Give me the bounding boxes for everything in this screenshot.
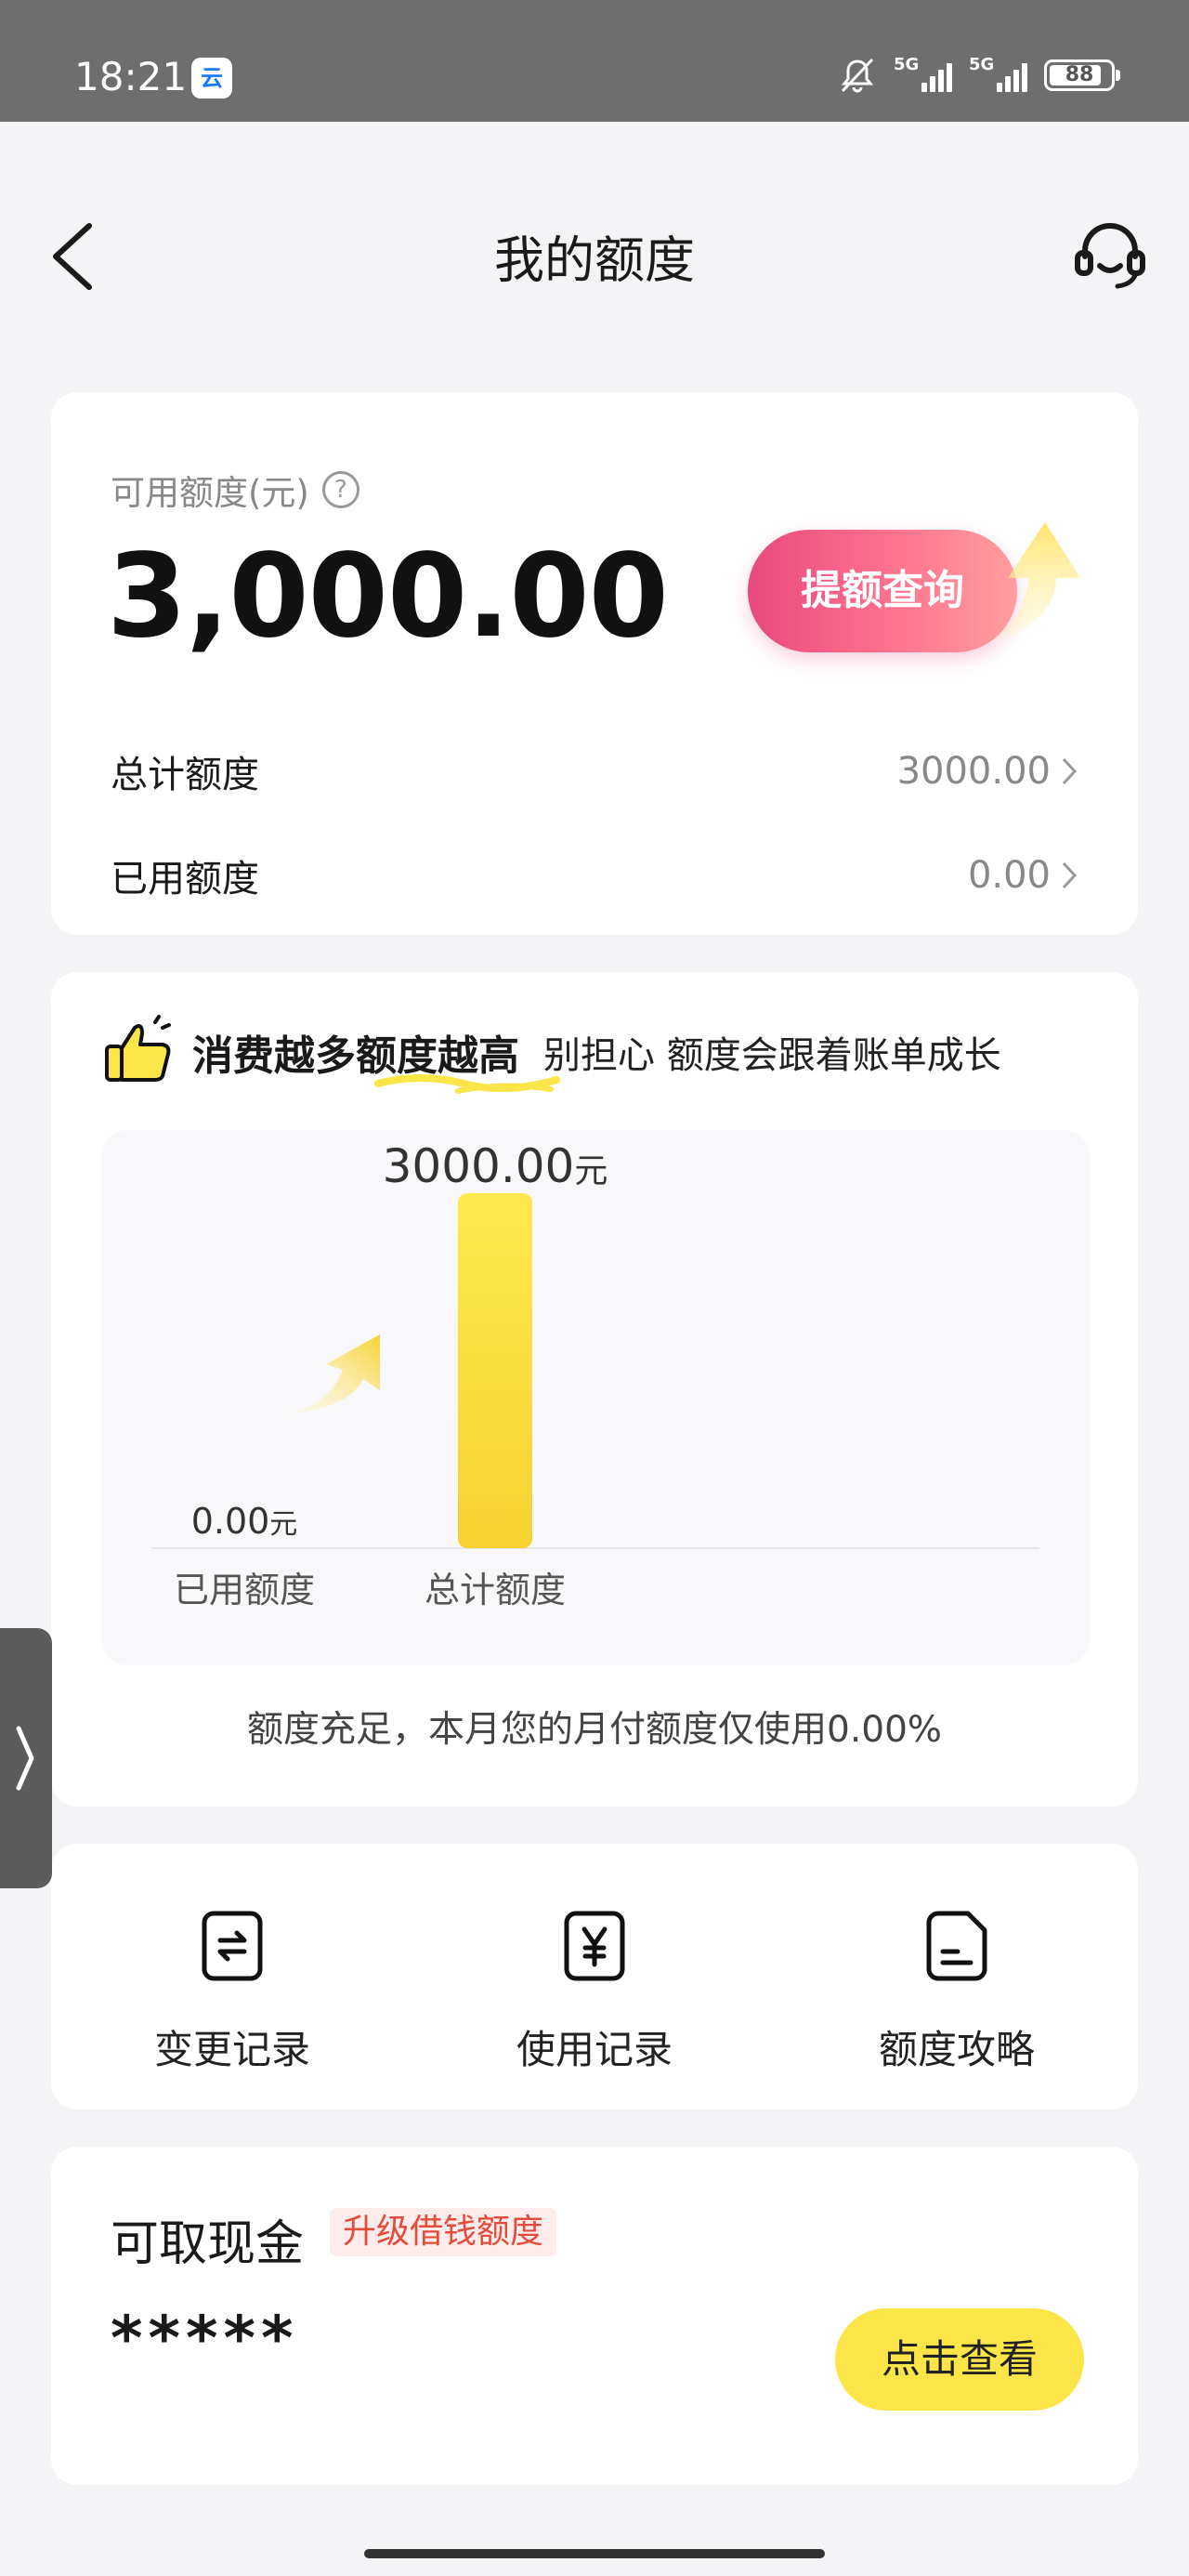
highlight-underline <box>374 1074 560 1094</box>
chevron-right-icon <box>1062 757 1078 785</box>
chevron-right-icon <box>16 1726 34 1791</box>
signal-strength-icon: 5G <box>969 55 1027 92</box>
network-type-label: 5G <box>969 55 995 74</box>
question-icon[interactable]: ? <box>321 471 359 508</box>
app-notification-icon: 云 <box>191 58 232 99</box>
page-title: 我的额度 <box>494 230 695 290</box>
signal-strength-icon: 5G <box>894 55 952 92</box>
change-record-button[interactable]: 变更记录 <box>51 1844 413 2109</box>
battery-icon: 88 <box>1044 59 1120 91</box>
record-label: 使用记录 <box>516 2027 673 2072</box>
chart-value-label: 0.00元 <box>191 1501 298 1542</box>
total-quota-row[interactable]: 总计额度 3000.00 <box>111 734 1078 808</box>
record-label: 额度攻略 <box>878 2027 1035 2072</box>
record-label: 变更记录 <box>153 2027 310 2072</box>
total-quota-value: 3000.00 <box>896 750 1051 793</box>
quota-growth-card: 消费越多额度越高 别担心 额度会跟着账单成长 0.00元 已用额度 3000.00元… <box>51 972 1138 1807</box>
growth-arrow-icon <box>283 1334 380 1414</box>
battery-level: 88 <box>1065 63 1094 86</box>
records-card: 变更记录 使用记录 额度攻略 <box>51 1844 1138 2109</box>
used-quota-label: 已用额度 <box>111 858 259 900</box>
yuan-doc-icon <box>564 1911 625 1981</box>
upgrade-loan-badge[interactable]: 升级借钱额度 <box>330 2208 557 2256</box>
cash-masked-value: ***** <box>111 2303 299 2374</box>
home-indicator[interactable] <box>364 2549 825 2558</box>
chart-category-label: 已用额度 <box>174 1570 315 1610</box>
used-quota-value: 0.00 <box>967 854 1051 897</box>
total-quota-label: 总计额度 <box>111 754 259 796</box>
guide-doc-icon <box>926 1911 987 1981</box>
view-cash-button[interactable]: 点击查看 <box>835 2308 1084 2411</box>
arrow-up-decoration-icon <box>989 522 1080 643</box>
chevron-right-icon <box>1062 861 1078 889</box>
quota-card: 可用额度(元) ? 3,000.00 提额查询 总计额度 3000.00 已用额… <box>51 392 1138 935</box>
status-bar: 18:21 云 5G 5G 88 <box>0 0 1189 122</box>
used-quota-row[interactable]: 已用额度 0.00 <box>111 838 1078 913</box>
cash-title: 可取现金 <box>111 2216 305 2272</box>
cash-card: 可取现金 升级借钱额度 ***** 点击查看 <box>51 2147 1138 2485</box>
quota-guide-button[interactable]: 额度攻略 <box>776 1844 1138 2109</box>
bell-muted-icon <box>841 58 874 93</box>
available-quota-label: 可用额度(元) ? <box>111 465 359 515</box>
growth-subtitle: 别担心 额度会跟着账单成长 <box>543 1034 1001 1077</box>
usage-note: 额度充足，本月您的月付额度仅使用0.00% <box>247 1709 942 1751</box>
chart-category-label: 总计额度 <box>425 1570 566 1610</box>
status-time: 18:21 <box>74 54 188 99</box>
chart-bar <box>458 1193 532 1548</box>
thumbs-up-icon <box>105 1015 171 1082</box>
headset-icon[interactable] <box>1068 212 1152 296</box>
quota-bar-chart: 0.00元已用额度 3000.00元总计额度 <box>101 1130 1090 1665</box>
usage-record-button[interactable]: 使用记录 <box>413 1844 776 2109</box>
network-type-label: 5G <box>894 55 920 74</box>
exchange-doc-icon <box>202 1911 263 1981</box>
side-drawer-handle[interactable] <box>0 1628 52 1888</box>
available-quota-amount: 3,000.00 <box>107 530 669 664</box>
chart-value-label: 3000.00元 <box>383 1139 608 1193</box>
